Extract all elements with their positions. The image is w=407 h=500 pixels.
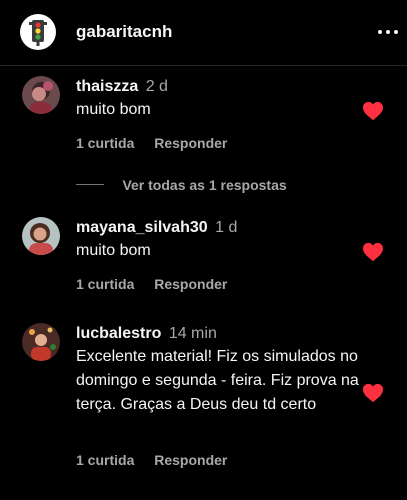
more-options-icon: [378, 30, 398, 34]
likes-count[interactable]: 1 curtida: [76, 452, 134, 468]
comment-username[interactable]: thaiszza: [76, 78, 138, 95]
user-avatar-lucbalestro: [22, 323, 60, 361]
avatar[interactable]: [22, 323, 60, 361]
account-username[interactable]: gabaritacnh: [76, 22, 172, 42]
avatar[interactable]: [22, 76, 60, 114]
comment-actions: 1 curtida Responder: [76, 135, 227, 151]
comment-text: muito bom: [76, 101, 151, 118]
comment-header: lucbalestro 14 min: [76, 325, 217, 343]
reply-button[interactable]: Responder: [154, 135, 227, 151]
reply-button[interactable]: Responder: [154, 452, 227, 468]
more-options-button[interactable]: [376, 22, 400, 42]
avatar[interactable]: [22, 217, 60, 255]
replies-divider: [76, 184, 104, 186]
like-button[interactable]: [362, 242, 384, 262]
like-button[interactable]: [362, 383, 384, 403]
comment-actions: 1 curtida Responder: [76, 452, 227, 468]
likes-count[interactable]: 1 curtida: [76, 276, 134, 292]
view-replies-toggle[interactable]: Ver todas as 1 respostas: [76, 176, 287, 194]
comment-time: 1 d: [215, 219, 238, 236]
comment-text: muito bom: [76, 242, 151, 259]
comment-actions: 1 curtida Responder: [76, 276, 227, 292]
user-avatar-mayana: [22, 217, 60, 255]
traffic-light-icon: [21, 15, 55, 49]
view-replies-label: Ver todas as 1 respostas: [122, 176, 287, 193]
comment-header: thaiszza 2 d: [76, 78, 168, 96]
post-header: gabaritacnh: [0, 0, 407, 66]
user-avatar-thaiszza: [22, 76, 60, 114]
account-avatar[interactable]: [20, 14, 56, 50]
heart-icon: [363, 101, 383, 121]
comment-time: 2 d: [145, 78, 168, 95]
likes-count[interactable]: 1 curtida: [76, 135, 134, 151]
heart-icon: [363, 242, 383, 262]
heart-icon: [363, 383, 383, 403]
comment-username[interactable]: lucbalestro: [76, 325, 161, 342]
comment-username[interactable]: mayana_silvah30: [76, 219, 208, 236]
comment-header: mayana_silvah30 1 d: [76, 219, 237, 237]
like-button[interactable]: [362, 101, 384, 121]
comment-time: 14 min: [168, 325, 217, 342]
comment-text: Excelente material! Fiz os simulados no …: [76, 348, 359, 413]
reply-button[interactable]: Responder: [154, 276, 227, 292]
